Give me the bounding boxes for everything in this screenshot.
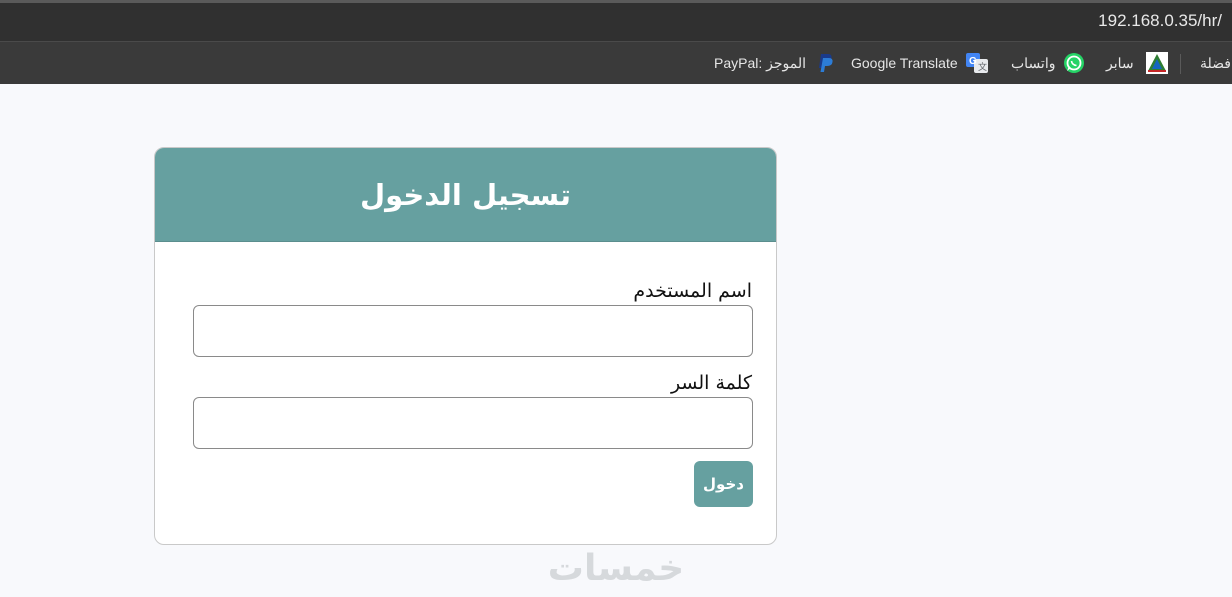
bookmarks-separator — [1180, 54, 1181, 74]
bookmark-paypal[interactable]: PayPal: الموجز — [714, 52, 834, 74]
bookmark-label: واتساب — [1011, 54, 1056, 71]
bookmarks-bar: فضلة سابر واتساب Google Translate G 文 Pa… — [0, 42, 1232, 84]
login-title: تسجيل الدخول — [360, 177, 571, 212]
svg-text:文: 文 — [978, 61, 987, 72]
bookmark-label: فضلة — [1200, 54, 1231, 71]
password-input[interactable] — [193, 397, 753, 449]
watermark-text: خمسات — [547, 548, 685, 589]
password-label: كلمة السر — [670, 372, 752, 394]
bookmark-label: Google Translate — [851, 55, 958, 71]
bookmark-saber[interactable]: سابر — [1106, 52, 1168, 74]
address-bar[interactable]: 192.168.0.35/hr/ — [0, 3, 1232, 42]
bookmark-folder[interactable]: فضلة — [1200, 52, 1231, 74]
paypal-icon — [816, 53, 834, 73]
svg-text:G: G — [969, 56, 977, 67]
bookmark-label: سابر — [1106, 54, 1134, 71]
url-text[interactable]: 192.168.0.35/hr/ — [1098, 11, 1222, 31]
username-input[interactable] — [193, 305, 753, 357]
login-card-header: تسجيل الدخول — [155, 148, 776, 242]
whatsapp-icon — [1063, 52, 1085, 74]
bookmark-whatsapp[interactable]: واتساب — [1011, 52, 1085, 74]
bookmark-label: PayPal: الموجز — [714, 54, 807, 71]
google-translate-icon: G 文 — [965, 52, 988, 74]
bookmark-google-translate[interactable]: Google Translate G 文 — [851, 52, 988, 74]
saber-logo-icon — [1145, 52, 1168, 74]
username-label: اسم المستخدم — [633, 280, 752, 302]
login-button[interactable]: دخول — [694, 461, 753, 507]
login-card: تسجيل الدخول اسم المستخدم كلمة السر دخول — [154, 147, 777, 545]
